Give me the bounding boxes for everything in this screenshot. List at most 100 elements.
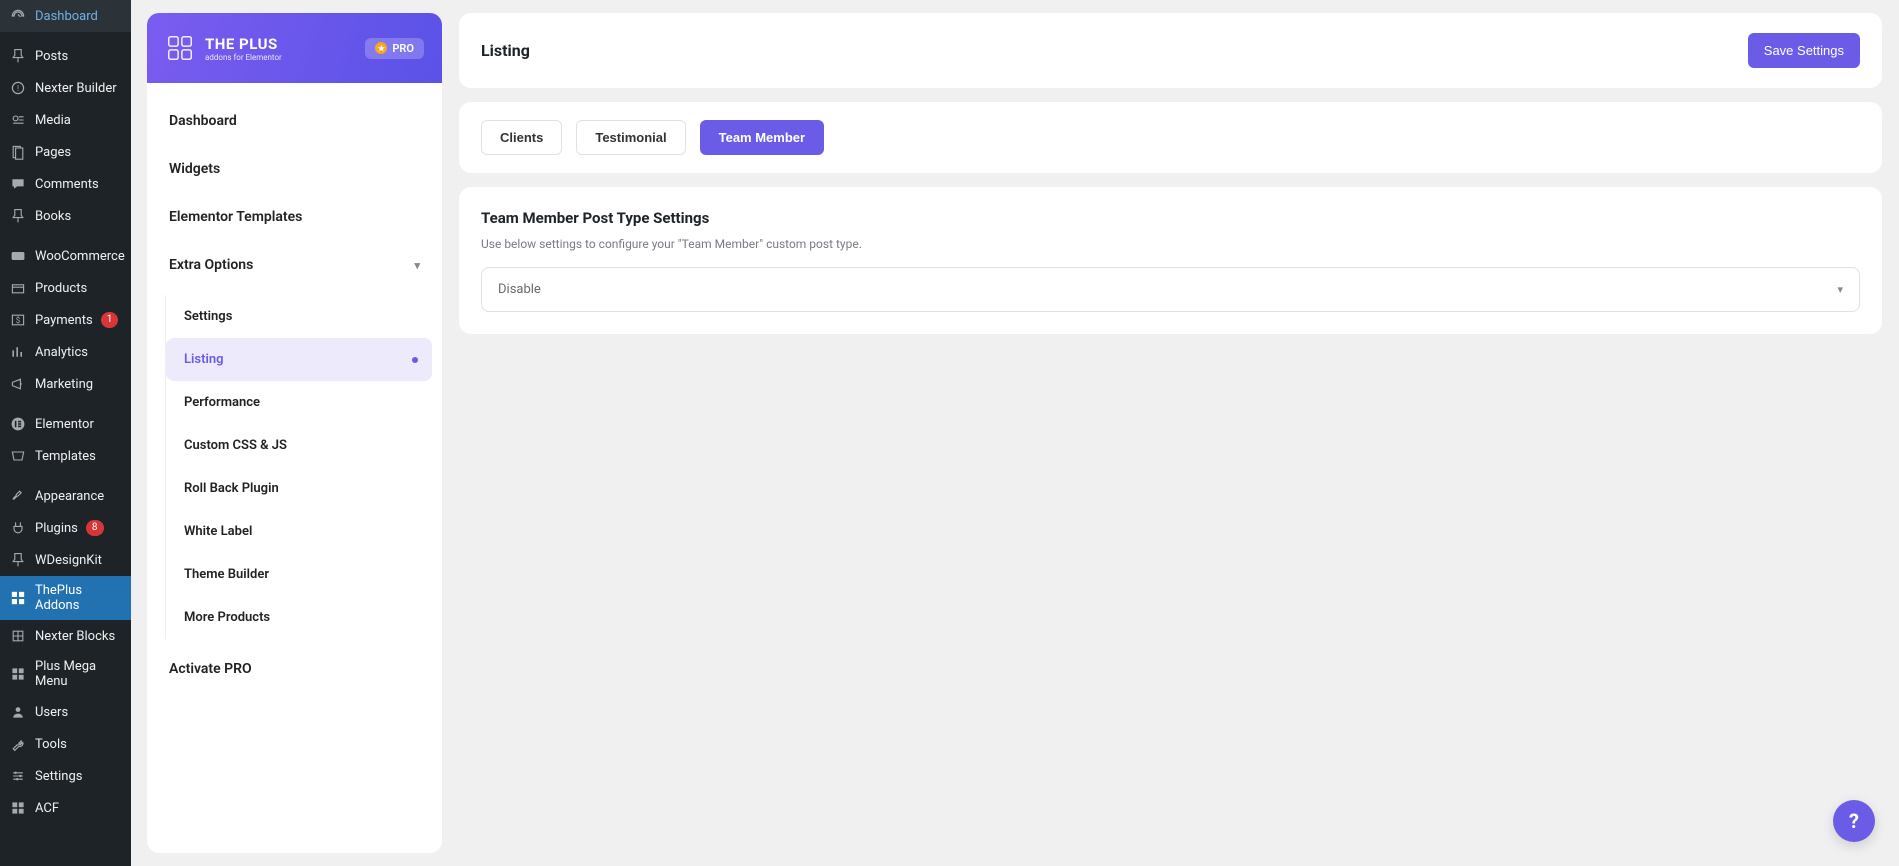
plugin-subnav-listing[interactable]: Listing [166, 338, 432, 381]
wp-menu-item-nexter-blocks[interactable]: Nexter Blocks [0, 620, 131, 652]
templates-icon [9, 447, 27, 465]
wp-menu-item-plugins[interactable]: Plugins8 [0, 512, 131, 544]
comment-icon [9, 175, 27, 193]
plugin-subnav-theme-builder[interactable]: Theme Builder [166, 553, 442, 596]
wp-menu-item-pages[interactable]: Pages [0, 136, 131, 168]
wrench-icon [9, 735, 27, 753]
plugin-subnav-label: Listing [184, 352, 224, 367]
wp-menu-item-label: ACF [35, 801, 59, 816]
save-settings-button[interactable]: Save Settings [1748, 33, 1860, 68]
plug-icon [9, 519, 27, 537]
pin-icon [9, 551, 27, 569]
help-fab-button[interactable]: ? [1833, 800, 1875, 842]
wp-menu-item-woocommerce[interactable]: WooCommerce [0, 240, 131, 272]
wp-menu-item-label: Plus Mega Menu [35, 659, 122, 689]
plugin-nav-widgets[interactable]: Widgets [147, 145, 442, 193]
wp-menu-item-settings[interactable]: Settings [0, 760, 131, 792]
plugin-logo-subtitle: addons for Elementor [205, 53, 282, 62]
wp-menu-item-label: Settings [35, 769, 82, 784]
wp-menu-item-marketing[interactable]: Marketing [0, 368, 131, 400]
wp-menu-item-label: Pages [35, 145, 71, 160]
wp-menu-item-elementor[interactable]: Elementor [0, 408, 131, 440]
wp-menu-item-tools[interactable]: Tools [0, 728, 131, 760]
wp-menu-item-products[interactable]: Products [0, 272, 131, 304]
wp-menu-item-nexter-builder[interactable]: !Nexter Builder [0, 72, 131, 104]
plugin-subnav-more-products[interactable]: More Products [166, 596, 442, 639]
page-title: Listing [481, 41, 530, 60]
pro-badge[interactable]: ★ PRO [365, 38, 424, 59]
post-type-select[interactable]: Disable ▾ [481, 267, 1860, 312]
plugin-subnav-label: Performance [184, 395, 260, 410]
chart-icon [9, 343, 27, 361]
plugin-nav-label: Elementor Templates [169, 209, 302, 225]
wp-menu-item-label: Comments [35, 177, 99, 192]
pin-icon [9, 207, 27, 225]
plugin-subnav-white-label[interactable]: White Label [166, 510, 442, 553]
woo-icon [9, 247, 27, 265]
wp-menu-item-label: ThePlus Addons [35, 583, 122, 613]
wp-menu-item-label: Media [35, 113, 71, 128]
wp-menu-item-label: Plugins [35, 521, 78, 536]
plugin-nav-activate-pro[interactable]: Activate PRO [147, 645, 442, 693]
wp-menu-item-label: WooCommerce [35, 249, 125, 264]
wp-menu-item-templates[interactable]: Templates [0, 440, 131, 472]
plus-grid-icon [9, 589, 27, 607]
plugin-nav-extra-options[interactable]: Extra Options▾ [147, 241, 442, 289]
wp-menu-item-label: Appearance [35, 489, 104, 504]
post-type-select-value: Disable [498, 282, 541, 297]
wp-menu-item-posts[interactable]: Posts [0, 40, 131, 72]
wp-menu-item-comments[interactable]: Comments [0, 168, 131, 200]
user-icon [9, 703, 27, 721]
wp-menu-item-label: WDesignKit [35, 553, 102, 568]
settings-section-title: Team Member Post Type Settings [481, 209, 1860, 227]
wp-menu-item-wdesignkit[interactable]: WDesignKit [0, 544, 131, 576]
wp-menu-item-dashboard[interactable]: Dashboard [0, 0, 131, 32]
plugin-subnav-roll-back-plugin[interactable]: Roll Back Plugin [166, 467, 442, 510]
wp-menu-item-books[interactable]: Books [0, 200, 131, 232]
page-content-wrap: THE PLUS addons for Elementor ★ PRO Dash… [131, 0, 1899, 866]
plugin-logo-icon [165, 33, 195, 63]
wp-menu-item-theplus-addons[interactable]: ThePlus Addons [0, 576, 131, 620]
page-header-panel: Listing Save Settings [459, 13, 1882, 88]
plugin-nav: Dashboard Widgets Elementor Templates Extra… [147, 83, 442, 707]
plugin-subnav-label: White Label [184, 524, 252, 539]
wp-menu-item-media[interactable]: Media [0, 104, 131, 136]
elementor-icon [9, 415, 27, 433]
pin-icon [9, 47, 27, 65]
page-icon [9, 143, 27, 161]
wp-menu-item-label: Elementor [35, 417, 94, 432]
wp-admin-sidebar: Dashboard Posts !Nexter Builder Media Pages C… [0, 0, 131, 866]
wp-menu-item-label: Posts [35, 49, 68, 64]
plugin-nav-label: Dashboard [169, 113, 237, 129]
plugin-nav-label: Activate PRO [169, 661, 252, 677]
wp-menu-item-label: Payments [35, 313, 93, 328]
wp-menu-item-users[interactable]: Users [0, 696, 131, 728]
wp-menu-item-acf[interactable]: ACF [0, 792, 131, 824]
plugin-header: THE PLUS addons for Elementor ★ PRO [147, 13, 442, 83]
circle-info-icon: ! [9, 79, 27, 97]
plugin-nav-dashboard[interactable]: Dashboard [147, 97, 442, 145]
blocks-icon [9, 627, 27, 645]
plugin-nav-elementor-templates[interactable]: Elementor Templates [147, 193, 442, 241]
wp-menu-item-plus-mega-menu[interactable]: Plus Mega Menu [0, 652, 131, 696]
pro-label: PRO [392, 42, 414, 55]
chevron-down-icon: ▾ [414, 259, 420, 272]
wp-menu-item-appearance[interactable]: Appearance [0, 480, 131, 512]
svg-text:$: $ [16, 316, 21, 325]
main-content: Listing Save Settings Clients Testimonial… [442, 0, 1899, 866]
tab-testimonial[interactable]: Testimonial [576, 120, 685, 155]
plugin-subnav-performance[interactable]: Performance [166, 381, 442, 424]
tab-team-member[interactable]: Team Member [700, 120, 824, 155]
plugin-logo: THE PLUS addons for Elementor [165, 33, 282, 63]
update-badge: 1 [101, 312, 119, 328]
plugin-subnav-label: More Products [184, 610, 270, 625]
listing-tabs: Clients Testimonial Team Member [481, 120, 1860, 155]
wp-menu-item-analytics[interactable]: Analytics [0, 336, 131, 368]
settings-panel: Team Member Post Type Settings Use below… [459, 187, 1882, 334]
wp-menu-item-payments[interactable]: $ Payments 1 [0, 304, 131, 336]
plugin-subnav-custom-css-js[interactable]: Custom CSS & JS [166, 424, 442, 467]
plugin-subnav-settings[interactable]: Settings [166, 295, 442, 338]
box-icon [9, 279, 27, 297]
plugin-subnav-label: Settings [184, 309, 232, 324]
tab-clients[interactable]: Clients [481, 120, 562, 155]
